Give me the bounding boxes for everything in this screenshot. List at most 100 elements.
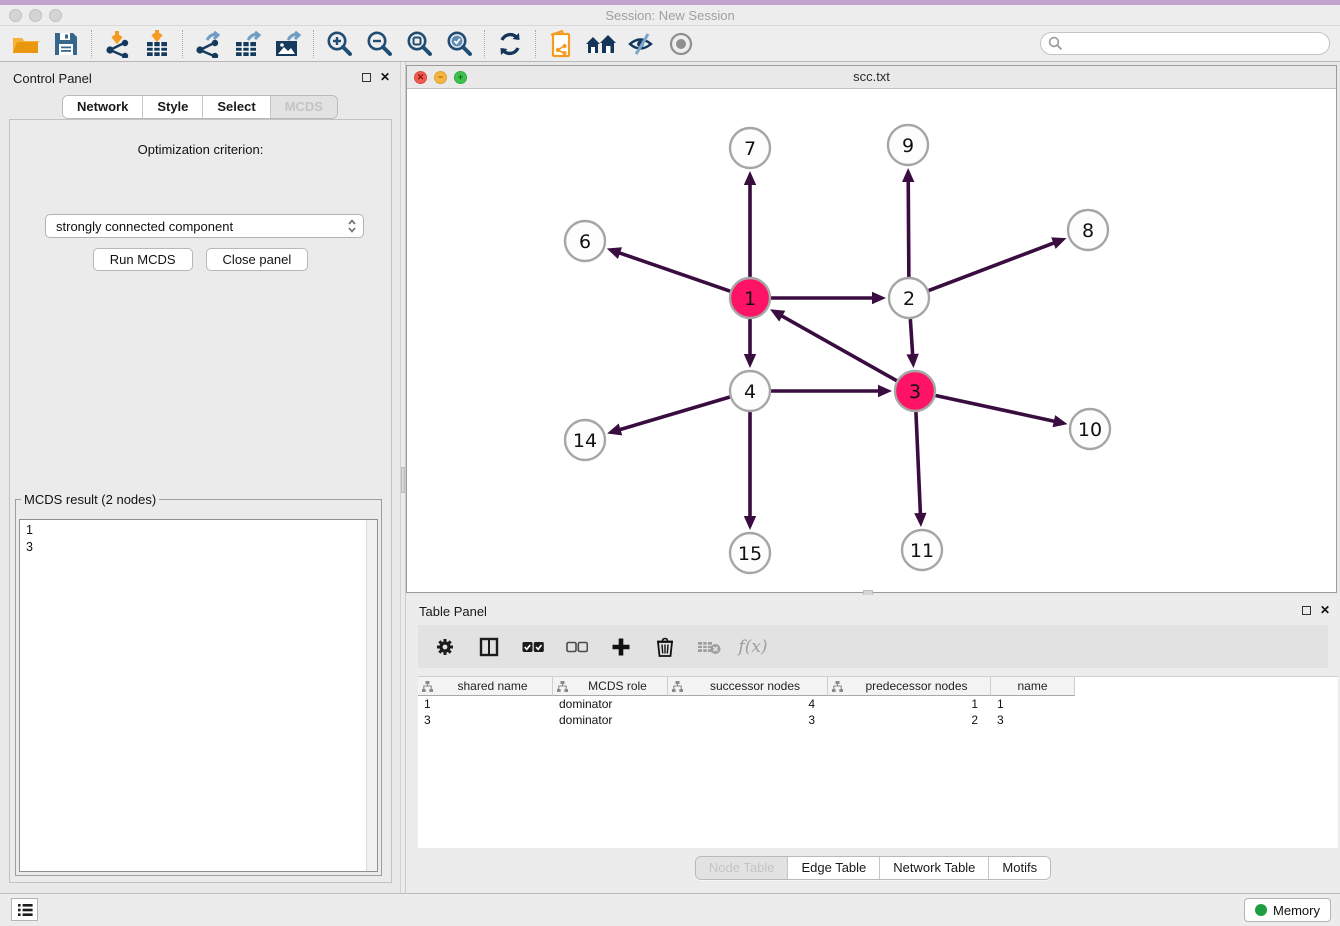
node-14[interactable]: 14 — [565, 420, 605, 460]
table-cell[interactable]: 1 — [828, 696, 991, 712]
show-panels-button[interactable] — [661, 28, 701, 60]
table-cell[interactable]: 3 — [668, 712, 828, 728]
delete-table-button[interactable] — [694, 632, 724, 662]
table-cell[interactable]: 3 — [418, 712, 553, 728]
toolbar-separator — [313, 30, 314, 58]
memory-status-dot — [1255, 904, 1267, 916]
table-cell[interactable]: 1 — [991, 696, 1075, 712]
table-cell[interactable]: dominator — [553, 712, 668, 728]
close-table-panel-icon[interactable]: ✕ — [1320, 604, 1330, 616]
edge-1-to-7[interactable] — [744, 171, 756, 277]
table-row[interactable]: 1dominator411 — [418, 696, 1338, 712]
save-session-button[interactable] — [46, 28, 86, 60]
edge-1-to-6[interactable] — [607, 247, 730, 291]
edge-2-to-3[interactable] — [906, 319, 918, 368]
tab-edge-table[interactable]: Edge Table — [788, 857, 880, 879]
edge-4-to-15[interactable] — [744, 412, 756, 530]
hierarchy-icon — [422, 681, 433, 692]
export-table-button[interactable] — [228, 28, 268, 60]
edge-4-to-3[interactable] — [771, 385, 892, 397]
node-15[interactable]: 15 — [730, 533, 770, 573]
tab-style[interactable]: Style — [143, 96, 203, 118]
edge-4-to-14[interactable] — [607, 397, 730, 435]
import-network-button[interactable] — [97, 28, 137, 60]
toolbar-separator — [91, 30, 92, 58]
open-session-button[interactable] — [6, 28, 46, 60]
delete-column-button[interactable] — [650, 632, 680, 662]
column-header-name[interactable]: name — [991, 677, 1075, 696]
unchecked-boxes-icon — [566, 641, 588, 653]
save-floppy-icon — [53, 31, 79, 57]
edge-1-to-2[interactable] — [771, 292, 886, 304]
result-scrollbar[interactable] — [366, 520, 377, 871]
zoom-out-button[interactable] — [359, 28, 399, 60]
column-header-MCDS-role[interactable]: MCDS role — [553, 677, 668, 696]
edge-3-to-11[interactable] — [914, 412, 926, 527]
column-header-successor-nodes[interactable]: successor nodes — [668, 677, 828, 696]
mcds-result-list[interactable]: 13 — [19, 519, 378, 872]
edge-3-to-10[interactable] — [936, 395, 1068, 427]
hide-panels-button[interactable] — [621, 28, 661, 60]
close-panel-icon[interactable]: ✕ — [380, 71, 390, 83]
memory-button[interactable]: Memory — [1244, 898, 1331, 922]
tab-mcds[interactable]: MCDS — [271, 96, 337, 118]
table-cell[interactable]: 1 — [418, 696, 553, 712]
welcome-screen-button[interactable] — [581, 28, 621, 60]
edge-2-to-9[interactable] — [902, 168, 914, 277]
node-4[interactable]: 4 — [730, 371, 770, 411]
column-header-shared-name[interactable]: shared name — [418, 677, 553, 696]
float-table-panel-icon[interactable] — [1302, 606, 1311, 615]
network-canvas[interactable]: 7 9 6 8 1 2 4 3 14 10 15 11 — [407, 90, 1336, 592]
export-network-button[interactable] — [188, 28, 228, 60]
tab-network-table[interactable]: Network Table — [880, 857, 989, 879]
import-table-button[interactable] — [137, 28, 177, 60]
search-input[interactable] — [1063, 35, 1329, 53]
arrowhead — [878, 385, 892, 397]
node-1[interactable]: 1 — [730, 278, 770, 318]
node-8[interactable]: 8 — [1068, 210, 1108, 250]
function-builder-button[interactable]: f(x) — [738, 632, 768, 662]
select-all-button[interactable] — [518, 632, 548, 662]
tab-node-table[interactable]: Node Table — [696, 857, 789, 879]
zoom-selected-button[interactable] — [439, 28, 479, 60]
network-window-titlebar[interactable]: ✕ − + scc.txt — [407, 66, 1336, 89]
combo-arrows-icon — [347, 218, 357, 234]
node-11[interactable]: 11 — [902, 530, 942, 570]
new-network-from-selection-button[interactable] — [541, 28, 581, 60]
edge-2-to-8[interactable] — [929, 237, 1067, 290]
task-history-button[interactable] — [11, 898, 38, 921]
node-9[interactable]: 9 — [888, 125, 928, 165]
node-7[interactable]: 7 — [730, 128, 770, 168]
node-6[interactable]: 6 — [565, 221, 605, 261]
show-columns-button[interactable] — [474, 632, 504, 662]
search-box — [1040, 32, 1330, 55]
zoom-fit-button[interactable] — [399, 28, 439, 60]
table-cell[interactable]: 3 — [991, 712, 1075, 728]
table-cell[interactable]: dominator — [553, 696, 668, 712]
table-cell[interactable]: 2 — [828, 712, 991, 728]
create-column-button[interactable] — [606, 632, 636, 662]
node-10[interactable]: 10 — [1070, 409, 1110, 449]
export-image-button[interactable] — [268, 28, 308, 60]
zoom-in-button[interactable] — [319, 28, 359, 60]
run-mcds-button[interactable]: Run MCDS — [93, 248, 193, 271]
table-cell[interactable]: 4 — [668, 696, 828, 712]
apply-layout-button[interactable] — [490, 28, 530, 60]
node-2[interactable]: 2 — [889, 278, 929, 318]
tab-network[interactable]: Network — [63, 96, 143, 118]
close-panel-button[interactable]: Close panel — [206, 248, 309, 271]
arrowhead — [744, 516, 756, 530]
edge-1-to-4[interactable] — [744, 319, 756, 368]
table-row[interactable]: 3dominator323 — [418, 712, 1338, 728]
column-header-predecessor-nodes[interactable]: predecessor nodes — [828, 677, 991, 696]
float-panel-icon[interactable] — [362, 73, 371, 82]
tab-motifs[interactable]: Motifs — [989, 857, 1050, 879]
deselect-all-button[interactable] — [562, 632, 592, 662]
optimization-criterion-select[interactable]: strongly connected component — [45, 214, 364, 238]
node-3[interactable]: 3 — [895, 371, 935, 411]
table-options-button[interactable] — [430, 632, 460, 662]
tab-select[interactable]: Select — [203, 96, 270, 118]
arrowhead — [906, 354, 918, 368]
splitter-grip[interactable] — [401, 467, 405, 493]
edge-3-to-1[interactable] — [770, 309, 897, 380]
